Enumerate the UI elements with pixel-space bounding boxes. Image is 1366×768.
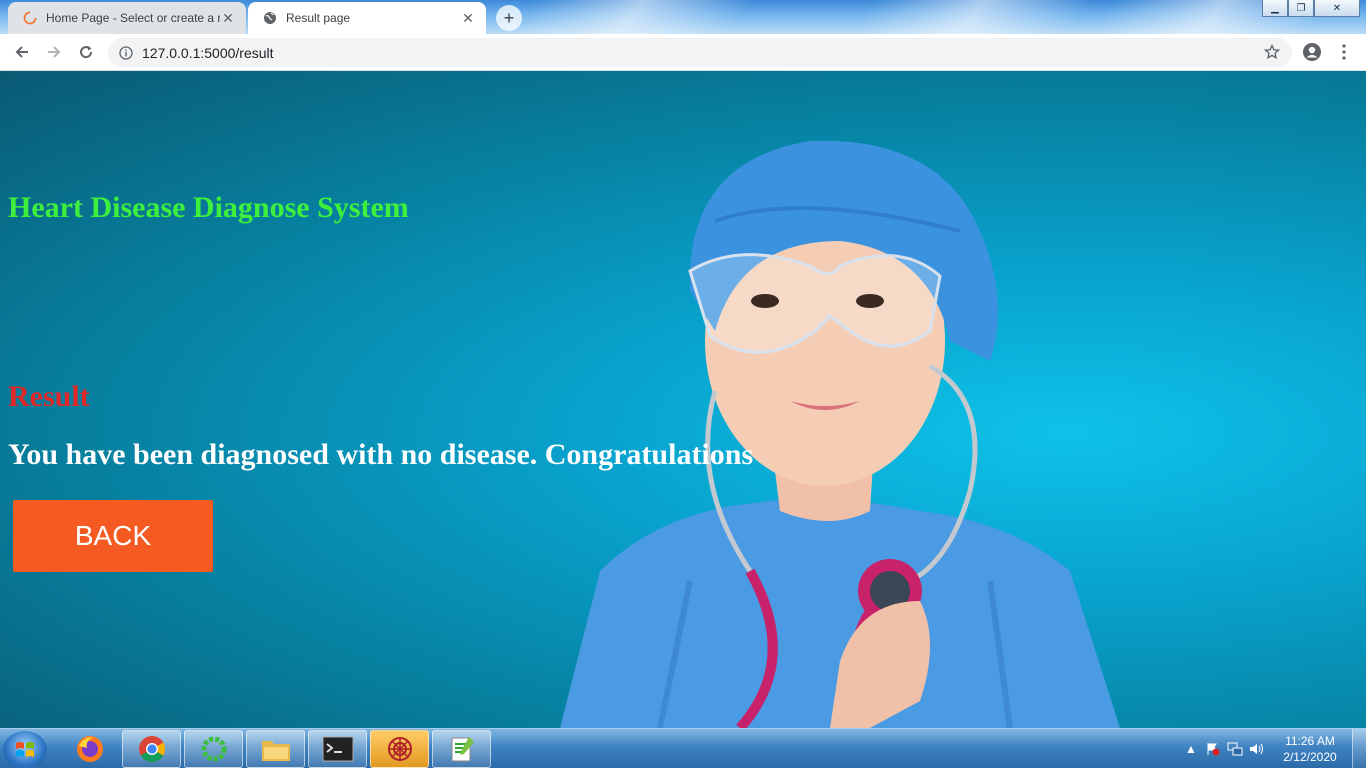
page-content: Heart Disease Diagnose System Result You… xyxy=(0,71,1366,728)
windows-logo-icon xyxy=(16,742,34,757)
forward-arrow-icon[interactable] xyxy=(38,36,70,68)
globe-icon xyxy=(262,10,278,26)
result-heading: Result xyxy=(8,380,90,413)
new-tab-button[interactable]: + xyxy=(496,5,522,31)
close-tab-icon[interactable]: ✕ xyxy=(460,10,476,26)
browser-tabstrip: Home Page - Select or create a n ✕ Resul… xyxy=(0,0,1366,34)
file-explorer-icon xyxy=(261,741,290,761)
chrome-icon xyxy=(138,736,165,763)
taskbar-notepad-plus-plus[interactable] xyxy=(432,730,491,768)
tab-result-page[interactable]: Result page ✕ xyxy=(248,2,486,34)
back-button[interactable]: BACK xyxy=(13,500,213,572)
window-glass-highlight xyxy=(838,0,1102,34)
browser-toolbar: 127.0.0.1:5000/result xyxy=(0,34,1366,71)
kebab-menu-icon[interactable] xyxy=(1328,36,1360,68)
spider-web-icon xyxy=(387,737,412,761)
system-tray: ▲ 11:26 AM 2/12/2020 xyxy=(1180,729,1366,768)
window-close-icon[interactable]: ✕ xyxy=(1314,0,1360,17)
close-tab-icon[interactable]: ✕ xyxy=(220,10,236,26)
back-arrow-icon[interactable] xyxy=(6,36,38,68)
taskbar-chrome[interactable] xyxy=(122,730,181,768)
taskbar-clock[interactable]: 11:26 AM 2/12/2020 xyxy=(1268,733,1352,765)
profile-avatar-icon[interactable] xyxy=(1296,36,1328,68)
page-title: Heart Disease Diagnose System xyxy=(8,191,409,224)
taskbar-terminal[interactable] xyxy=(308,730,367,768)
show-desktop-button[interactable] xyxy=(1352,729,1366,768)
clock-date: 2/12/2020 xyxy=(1283,750,1337,764)
notepad-plus-plus-icon xyxy=(451,737,474,762)
reload-icon[interactable] xyxy=(70,36,102,68)
tab-title: Result page xyxy=(286,11,351,25)
result-message: You have been diagnosed with no disease.… xyxy=(8,438,754,471)
window-controls: ▁ ❐ ✕ xyxy=(1262,0,1360,17)
url-text: 127.0.0.1:5000/result xyxy=(142,44,274,61)
action-center-flag-icon[interactable] xyxy=(1202,738,1224,760)
volume-icon[interactable] xyxy=(1246,738,1268,760)
green-ring-icon xyxy=(201,736,226,762)
windows-start-button[interactable] xyxy=(3,731,47,768)
taskbar: ▲ 11:26 AM 2/12/2020 xyxy=(0,728,1366,768)
clock-time: 11:26 AM xyxy=(1285,734,1335,748)
taskbar-firefox[interactable] xyxy=(60,730,119,768)
show-hidden-icons-icon[interactable]: ▲ xyxy=(1180,738,1202,760)
info-icon[interactable] xyxy=(118,45,134,61)
tab-home-page[interactable]: Home Page - Select or create a n ✕ xyxy=(8,2,246,34)
bookmark-star-icon[interactable] xyxy=(1263,43,1281,63)
taskbar-green-app[interactable] xyxy=(184,730,243,768)
doctor-background-image xyxy=(560,140,1120,728)
firefox-icon xyxy=(76,736,103,762)
tab-title: Home Page - Select or create a n xyxy=(46,11,220,25)
restore-icon[interactable]: ❐ xyxy=(1288,0,1314,17)
loading-spinner-icon xyxy=(22,10,38,26)
taskbar-web-app[interactable] xyxy=(370,730,429,768)
terminal-icon xyxy=(322,736,353,762)
address-bar[interactable]: 127.0.0.1:5000/result xyxy=(108,38,1292,67)
minimize-icon[interactable]: ▁ xyxy=(1262,0,1288,17)
window-glass-highlight xyxy=(498,0,762,34)
network-icon[interactable] xyxy=(1224,738,1246,760)
taskbar-file-explorer[interactable] xyxy=(246,730,305,768)
